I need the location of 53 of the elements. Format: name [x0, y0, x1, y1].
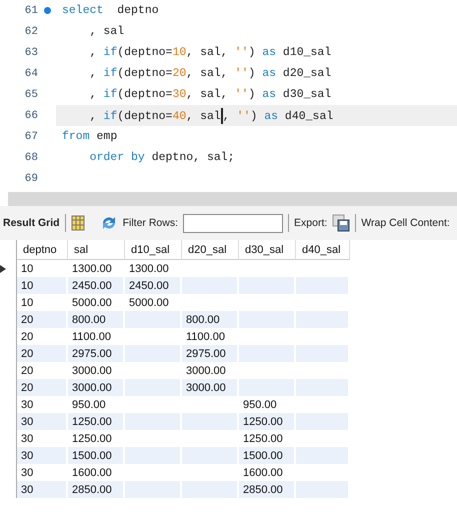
column-header[interactable]: d10_sal	[125, 240, 182, 260]
table-cell: 2850.00	[239, 481, 296, 498]
horizontal-scrollbar[interactable]	[8, 192, 457, 206]
line-number: 61	[24, 4, 38, 16]
line-number: 62	[24, 26, 38, 38]
table-cell: 1250.00	[68, 413, 125, 430]
result-grid-label[interactable]: Result Grid	[3, 217, 60, 229]
table-cell: 20	[17, 311, 68, 328]
table-cell: 800.00	[68, 311, 125, 328]
table-cell: 3000.00	[68, 379, 125, 396]
table-cell: 1500.00	[68, 447, 125, 464]
export-label: Export:	[294, 217, 328, 229]
column-header[interactable]: sal	[68, 240, 125, 260]
line-number: 68	[24, 152, 38, 164]
code-text: from emp	[62, 130, 118, 143]
filter-rows-label: Filter Rows:	[122, 217, 178, 229]
table-cell: 2450.00	[125, 277, 182, 294]
table-cell: 20	[17, 379, 68, 396]
table-cell: 2975.00	[182, 345, 239, 362]
column-header[interactable]: d40_sal	[296, 240, 350, 260]
code-text: , if(deptno=40, sal , '') as d40_sal	[88, 108, 334, 124]
code-text: order by deptno, sal;	[88, 151, 235, 164]
line-number: 65	[24, 88, 38, 100]
column-header[interactable]: deptno	[17, 240, 68, 260]
table-cell: 800.00	[182, 311, 239, 328]
export-icon[interactable]	[332, 214, 350, 232]
table-cell: 1250.00	[239, 413, 296, 430]
line-number: 63	[24, 46, 38, 58]
table-cell: 10	[17, 277, 68, 294]
table-cell: 1500.00	[239, 447, 296, 464]
table-cell: 2850.00	[68, 481, 125, 498]
line-number: 67	[24, 130, 38, 142]
table-cell: 20	[17, 345, 68, 362]
filter-rows-field[interactable]	[183, 214, 284, 232]
code-text: , if(deptno=10, sal, '') as d10_sal	[88, 46, 332, 59]
table-cell: 30	[17, 481, 68, 498]
text-cursor	[220, 108, 223, 124]
code-text: , if(deptno=20, sal, '') as d20_sal	[88, 67, 332, 80]
table-cell: 2450.00	[68, 277, 125, 294]
column-header[interactable]: d20_sal	[182, 240, 239, 260]
table-cell: 30	[17, 413, 68, 430]
table-cell: 3000.00	[182, 379, 239, 396]
form-view-icon[interactable]	[70, 215, 85, 231]
code-text: select deptno	[62, 4, 159, 17]
wrap-cell-content-label: Wrap Cell Content:	[361, 217, 450, 229]
line-number: 66	[24, 110, 38, 122]
table-cell: 30	[17, 447, 68, 464]
line-number: 69	[24, 172, 38, 184]
line-number: 64	[24, 68, 38, 80]
table-cell: 2975.00	[68, 345, 125, 362]
code-text: , if(deptno=30, sal, '') as d30_sal	[88, 88, 332, 101]
column-header[interactable]: d30_sal	[239, 240, 296, 260]
code-text: , sal	[88, 25, 124, 38]
